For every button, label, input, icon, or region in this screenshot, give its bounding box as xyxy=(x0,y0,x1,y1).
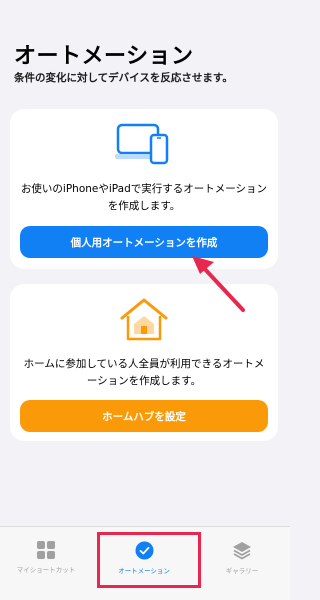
page-subtitle: 条件の変化に対してデバイスを反応させます。 xyxy=(14,72,233,84)
layers-icon xyxy=(233,542,251,560)
grid-icon xyxy=(37,541,55,559)
annotation-highlight-box xyxy=(97,532,201,588)
tab-gallery[interactable]: ギャラリー xyxy=(196,541,288,575)
setup-home-hub-button[interactable]: ホームハブを設定 xyxy=(20,400,268,432)
personal-automation-card: お使いのiPhoneやiPadで実行するオートメーションを作成します。 個人用オ… xyxy=(10,109,278,269)
tab-label: マイショートカット xyxy=(16,566,76,574)
home-automation-description: ホームに参加している人全員が利用できるオートメーションを作成します。 xyxy=(23,358,265,387)
page-title: オートメーション xyxy=(14,44,194,69)
devices-icon xyxy=(115,123,173,169)
tab-my-shortcuts[interactable]: マイショートカット xyxy=(0,541,92,574)
annotation-arrow-icon xyxy=(188,252,248,318)
tab-label: ギャラリー xyxy=(225,567,259,575)
home-icon xyxy=(118,296,170,346)
personal-automation-description: お使いのiPhoneやiPadで実行するオートメーションを作成します。 xyxy=(20,183,268,212)
